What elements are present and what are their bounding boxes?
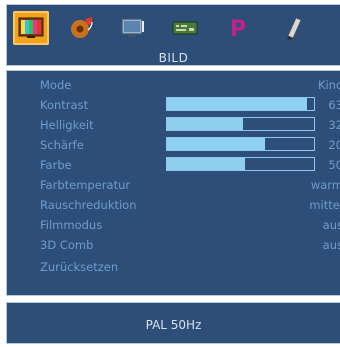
setting-value: warm bbox=[310, 178, 340, 192]
setting-row-farbe[interactable]: Farbe 50 bbox=[7, 155, 340, 175]
setting-row-schaerfe[interactable]: Schärfe 20 bbox=[7, 135, 340, 155]
kontrast-slider[interactable] bbox=[166, 97, 315, 111]
setting-label: Rauschreduktion bbox=[40, 198, 137, 212]
setting-label: Filmmodus bbox=[40, 218, 103, 232]
setting-label: Zurücksetzen bbox=[40, 260, 119, 274]
setting-row-filmmodus[interactable]: Filmmodus aus bbox=[7, 215, 340, 235]
menu-tab-bar: P BILD bbox=[6, 4, 340, 66]
setting-label: Mode bbox=[40, 78, 72, 92]
osd-menu: P BILD Mode Kino Kontrast 63 Helligkeit bbox=[0, 0, 340, 347]
farbe-slider[interactable] bbox=[166, 157, 315, 171]
setting-label: Farbe bbox=[40, 158, 72, 172]
setting-value: 50 bbox=[328, 158, 340, 172]
setting-label: Kontrast bbox=[40, 98, 89, 112]
features-menu-icon[interactable] bbox=[275, 11, 311, 45]
settings-menu-icon[interactable] bbox=[167, 11, 203, 45]
setting-row-rauschreduktion[interactable]: Rauschreduktion mittel bbox=[7, 195, 340, 215]
picture-settings-panel: Mode Kino Kontrast 63 Helligkeit 32 Schä… bbox=[6, 70, 340, 296]
signal-status-text: PAL 50Hz bbox=[145, 318, 202, 332]
setting-value: aus bbox=[322, 218, 340, 232]
setting-value: 63 bbox=[328, 98, 340, 112]
schaerfe-slider[interactable] bbox=[166, 137, 315, 151]
setting-value: 20 bbox=[328, 138, 340, 152]
setting-value: mittel bbox=[309, 198, 340, 212]
setting-row-farbtemperatur[interactable]: Farbtemperatur warm bbox=[7, 175, 340, 195]
helligkeit-slider[interactable] bbox=[166, 117, 315, 131]
setting-value: aus bbox=[322, 238, 340, 252]
setting-row-helligkeit[interactable]: Helligkeit 32 bbox=[7, 115, 340, 135]
setting-row-kontrast[interactable]: Kontrast 63 bbox=[7, 95, 340, 115]
setting-label: Helligkeit bbox=[40, 118, 94, 132]
setting-label: 3D Comb bbox=[40, 238, 94, 252]
setting-row-3d-comb[interactable]: 3D Comb aus bbox=[7, 235, 340, 255]
setting-value: 32 bbox=[328, 118, 340, 132]
sound-menu-icon[interactable] bbox=[63, 11, 99, 45]
setting-label: Farbtemperatur bbox=[40, 178, 131, 192]
menu-title: BILD bbox=[158, 51, 189, 65]
menu-icon-row: P bbox=[13, 11, 340, 45]
screen-menu-icon[interactable] bbox=[115, 11, 151, 45]
signal-status-bar: PAL 50Hz bbox=[6, 302, 340, 344]
setting-row-zuruecksetzen[interactable]: Zurücksetzen bbox=[7, 257, 340, 277]
svg-text:P: P bbox=[230, 17, 246, 40]
picture-menu-icon[interactable] bbox=[13, 11, 49, 45]
setting-row-mode[interactable]: Mode Kino bbox=[7, 75, 340, 95]
setting-value: Kino bbox=[317, 78, 340, 92]
parental-menu-icon[interactable]: P bbox=[219, 11, 255, 45]
setting-label: Schärfe bbox=[40, 138, 84, 152]
